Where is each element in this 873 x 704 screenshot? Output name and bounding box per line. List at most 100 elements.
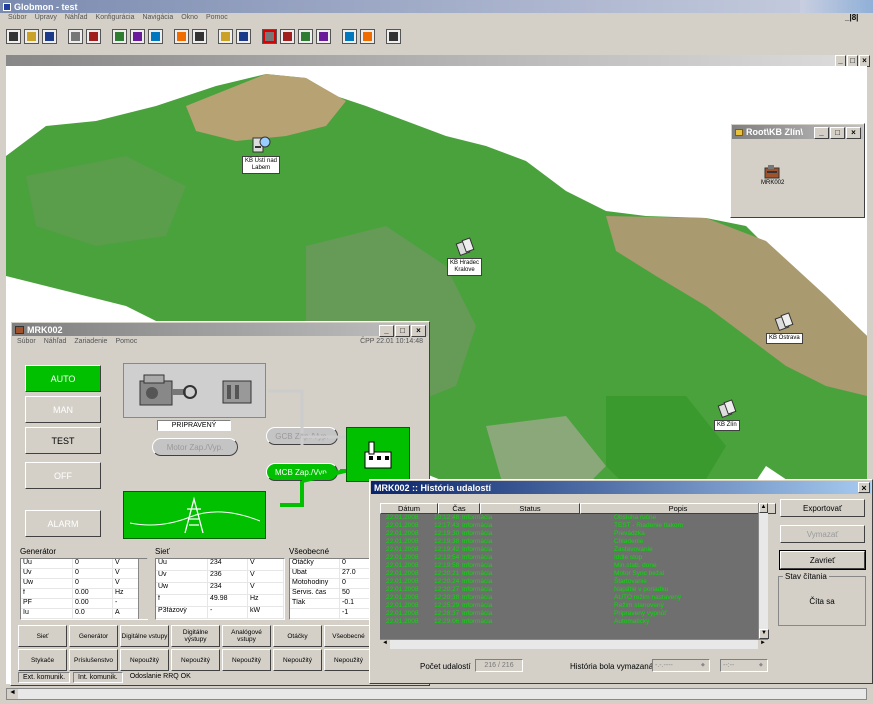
mrk-menu-subor[interactable]: Súbor: [17, 338, 36, 345]
user-icon[interactable]: [130, 28, 145, 44]
table-cell: Informácia: [462, 578, 493, 585]
settings-icon[interactable]: [236, 28, 251, 44]
table-row[interactable]: 22.01.2008 12:19:30 Informácia Prevádzka: [380, 530, 758, 538]
deleted-time-field[interactable]: --:-- ◆: [720, 659, 768, 672]
zoom-in-icon[interactable]: [192, 28, 207, 44]
alarm-icon[interactable]: [262, 28, 277, 44]
minimize-icon[interactable]: _: [814, 127, 829, 139]
scroll-left-icon[interactable]: ◄: [380, 640, 390, 649]
tab-tabs_row2-4[interactable]: Nepoužitý: [222, 649, 271, 671]
tab-tabs_row1-6[interactable]: Všeobecné: [324, 625, 373, 647]
time-spinner-icon[interactable]: ◆: [759, 660, 767, 671]
generator-scrollbar[interactable]: [138, 559, 148, 619]
history-table[interactable]: 22.01.2008 10:12:48 Informácia Obsluha ručn…: [380, 514, 758, 639]
close-icon[interactable]: ×: [411, 325, 426, 337]
table-row[interactable]: 22.01.2008 12:28:37 Informácia Pripravený v…: [380, 610, 758, 618]
tab-tabs_row2-3[interactable]: Nepoužitý: [171, 649, 220, 671]
mode-alarm-button[interactable]: ALARM: [25, 510, 101, 537]
col-status[interactable]: Status: [480, 503, 580, 514]
mode-auto-button[interactable]: AUTO: [25, 365, 101, 392]
menu-okno[interactable]: Okno: [181, 14, 198, 24]
close-icon[interactable]: ×: [846, 127, 861, 139]
mrk-menu-zariadenie[interactable]: Zariadenie: [74, 338, 107, 345]
scroll-up-icon[interactable]: ▲: [759, 503, 768, 513]
close-icon[interactable]: ×: [858, 482, 870, 493]
deleted-date-field[interactable]: -.-.---- ◆: [652, 659, 710, 672]
maximize-icon[interactable]: □: [830, 127, 845, 139]
table-row[interactable]: 22.01.2008 12:19:38 Informácia Chladenie: [380, 538, 758, 546]
col-cas[interactable]: Čas: [438, 503, 480, 514]
table-row[interactable]: 22.01.2008 12:25:29 Informácia Režim stanov…: [380, 602, 758, 610]
site-ostrava[interactable]: KB Ostrava: [766, 311, 803, 344]
table-cell: 12:20:38: [434, 594, 460, 601]
menu-pomoc[interactable]: Pomoc: [206, 14, 228, 24]
app-restore-buttons[interactable]: _|8|: [845, 13, 858, 22]
export-button[interactable]: Exportovať: [780, 499, 865, 517]
tab-tabs_row2-0[interactable]: Stykače: [18, 649, 67, 671]
menu-upravy[interactable]: Úpravy: [35, 14, 57, 24]
mrk-menu-pomoc[interactable]: Pomoc: [115, 338, 137, 345]
history-hscroll[interactable]: ◄ ►: [380, 639, 768, 649]
mode-off-button[interactable]: OFF: [25, 462, 101, 489]
network-icon[interactable]: [342, 28, 357, 44]
user-add-icon[interactable]: [112, 28, 127, 44]
menu-subor[interactable]: Súbor: [8, 14, 27, 24]
tab-tabs_row1-4[interactable]: Analógové vstupy: [222, 625, 271, 647]
tab-tabs_row2-5[interactable]: Nepoužitý: [273, 649, 322, 671]
tab-tabs_row1-2[interactable]: Digitálne vstupy: [120, 625, 169, 647]
table-row[interactable]: 22.01.2008 12:20:21 Informácia Motor Sync b…: [380, 570, 758, 578]
table-row[interactable]: 22.01.2008 12:20:24 Informácia Štartovanie: [380, 578, 758, 586]
tab-tabs_row2-1[interactable]: Príslušenstvo: [69, 649, 118, 671]
menu-navigacia[interactable]: Navigácia: [142, 14, 173, 24]
scroll-left-icon[interactable]: ◄: [7, 689, 18, 699]
main-hscroll[interactable]: ◄: [6, 688, 867, 700]
new-icon[interactable]: [6, 28, 21, 44]
site-hradec[interactable]: KB Hradec Kralove: [447, 236, 483, 276]
scroll-right-icon[interactable]: ►: [758, 640, 768, 649]
tab-tabs_row1-3[interactable]: Digitálne výstupy: [171, 625, 220, 647]
table-row[interactable]: 22.01.2008 12:19:58 Informácia Min.stab. do…: [380, 562, 758, 570]
tab-tabs_row1-1[interactable]: Generátor: [69, 625, 118, 647]
export-icon[interactable]: [360, 28, 375, 44]
table-row[interactable]: 22.01.2008 12:20:38 Informácia AUTO režim n…: [380, 594, 758, 602]
table-row[interactable]: 22.01.2008 10:12:48 Informácia Obsluha ručn…: [380, 514, 758, 522]
delete-history-button[interactable]: Vymazať: [780, 525, 865, 543]
menu-konfiguracia[interactable]: Konfigurácia: [96, 14, 135, 24]
chart-icon[interactable]: [298, 28, 313, 44]
mrk-menu-nahlad[interactable]: Náhľad: [44, 338, 67, 345]
zoom-out-icon[interactable]: [218, 28, 233, 44]
cascade-icon[interactable]: [174, 28, 189, 44]
tab-tabs_row2-6[interactable]: Nepoužitý: [324, 649, 373, 671]
site-usti[interactable]: KB Ústí nad Labem: [242, 134, 281, 174]
col-datum[interactable]: Dátum: [380, 503, 438, 514]
close-doc-icon[interactable]: [86, 28, 101, 44]
tab-tabs_row1-5[interactable]: Otáčky: [273, 625, 322, 647]
date-spinner-icon[interactable]: ◆: [701, 660, 709, 671]
table-row[interactable]: 22.01.2008 12:19:42 Informácia Zastavovanie: [380, 546, 758, 554]
table-row[interactable]: 22.01.2008 12:19:54 Informácia Iddle stop: [380, 554, 758, 562]
col-popis[interactable]: Popis: [580, 503, 776, 514]
site-zlin[interactable]: KB Zlín: [714, 398, 740, 431]
table-row[interactable]: 22.01.2008 12:17:43 Informácia TEST - Riade…: [380, 522, 758, 530]
mode-man-button[interactable]: MAN: [25, 396, 101, 423]
tile-icon[interactable]: [148, 28, 163, 44]
scroll-down-icon[interactable]: ▼: [759, 629, 769, 639]
save-icon[interactable]: [42, 28, 57, 44]
table-row[interactable]: 22.01.2008 12:20:27 Informácia Napätie v po…: [380, 586, 758, 594]
tab-tabs_row2-2[interactable]: Nepoužitý: [120, 649, 169, 671]
info-icon[interactable]: [386, 28, 401, 44]
table-row[interactable]: 22.01.2008 12:29:06 Informácia Automatický: [380, 618, 758, 626]
stack-icon[interactable]: [316, 28, 331, 44]
root-item-mrk002[interactable]: MRK002: [761, 164, 784, 186]
factory-icon: [364, 441, 392, 468]
report-icon[interactable]: [280, 28, 295, 44]
minimize-icon[interactable]: _: [379, 325, 394, 337]
tab-tabs_row1-0[interactable]: Sieť: [18, 625, 67, 647]
open-icon[interactable]: [24, 28, 39, 44]
maximize-icon[interactable]: □: [395, 325, 410, 337]
window-icon[interactable]: [68, 28, 83, 44]
menu-nahlad[interactable]: Náhľad: [65, 14, 88, 24]
history-vscroll[interactable]: ▲ ▼: [758, 503, 769, 639]
close-history-button[interactable]: Zavrieť: [779, 550, 866, 570]
mode-test-button[interactable]: TEST: [25, 427, 101, 454]
